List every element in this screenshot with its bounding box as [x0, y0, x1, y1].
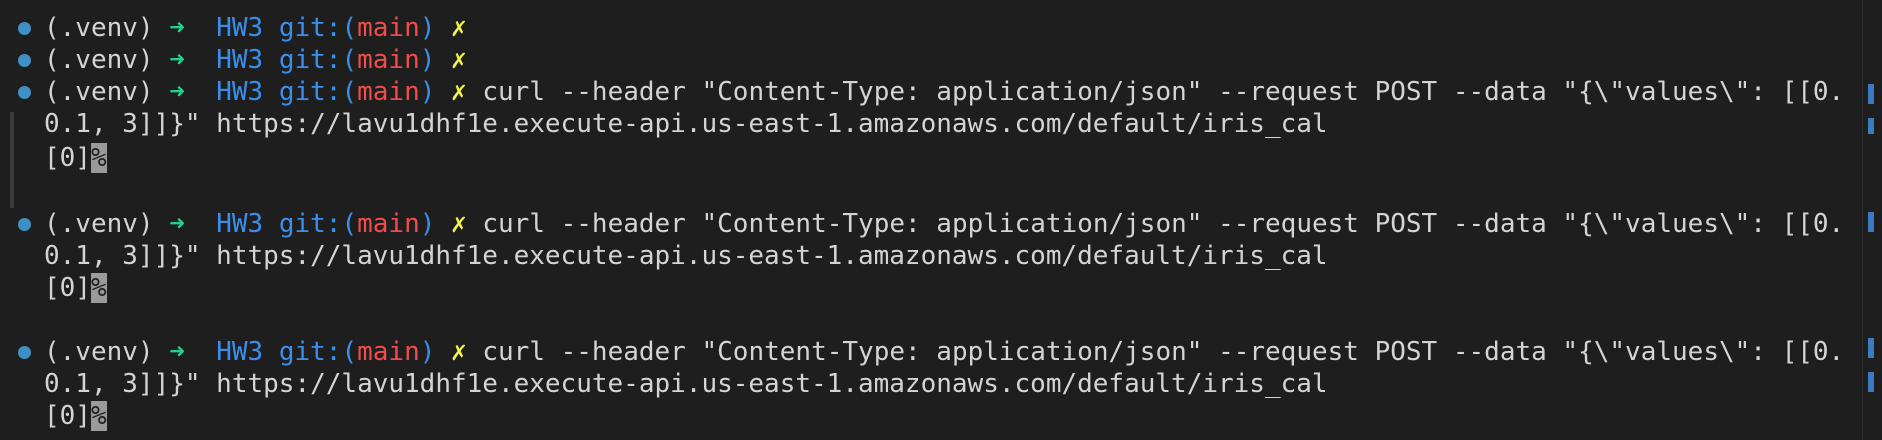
git-dirty-icon: ✗: [451, 209, 467, 239]
git-dirty-icon: ✗: [451, 77, 467, 107]
eol-marker: %: [90, 401, 107, 431]
terminal-panel[interactable]: (.venv) ➜ HW3 git:(main) ✗ (.venv) ➜ HW3…: [0, 0, 1882, 440]
eol-marker: %: [90, 273, 107, 303]
git-dirty-icon: ✗: [451, 45, 467, 75]
prompt-arrow-icon: ➜: [169, 13, 185, 43]
git-branch: main: [357, 77, 420, 107]
output-value: [0]: [44, 273, 91, 303]
command-output: [0]%: [44, 400, 1844, 432]
git-branch: main: [357, 45, 420, 75]
git-branch: main: [357, 13, 420, 43]
prompt-arrow-icon: ➜: [169, 337, 185, 367]
command-line-wrap: 0.1, 3]]}" https://lavu1dhf1e.execute-ap…: [44, 108, 1844, 140]
command-group-indicator: [10, 112, 14, 208]
output-value: [0]: [44, 401, 91, 431]
command-text-wrap: 0.1, 3]]}" https://lavu1dhf1e.execute-ap…: [44, 109, 1328, 139]
directory-name: HW3: [216, 337, 264, 367]
git-dirty-icon: ✗: [451, 13, 467, 43]
prompt-arrow-icon: ➜: [169, 209, 185, 239]
scrollbar-marker: [1868, 212, 1874, 232]
scrollbar-marker: [1868, 118, 1874, 134]
command-output: [0]%: [44, 142, 1844, 174]
eol-marker: %: [90, 143, 107, 173]
directory-name: HW3: [216, 209, 264, 239]
prompt-arrow-icon: ➜: [169, 45, 185, 75]
command-text-wrap: 0.1, 3]]}" https://lavu1dhf1e.execute-ap…: [44, 241, 1328, 271]
command-text: curl --header "Content-Type: application…: [466, 77, 1844, 107]
git-dirty-icon: ✗: [451, 337, 467, 367]
output-value: [0]: [44, 143, 91, 173]
venv-label: (.venv): [44, 77, 154, 107]
command-status-dot[interactable]: [18, 86, 31, 99]
scrollbar-marker: [1868, 338, 1874, 358]
command-line: (.venv) ➜ HW3 git:(main) ✗ curl --header…: [44, 208, 1844, 240]
command-output: [0]%: [44, 272, 1844, 304]
prompt-line: (.venv) ➜ HW3 git:(main) ✗: [44, 45, 467, 75]
git-label: git:: [278, 13, 342, 43]
scrollbar-marker: [1868, 372, 1874, 392]
git-label: git:: [278, 337, 342, 367]
directory-name: HW3: [216, 77, 264, 107]
scrollbar-marker: [1868, 84, 1874, 104]
command-status-dot[interactable]: [18, 22, 31, 35]
command-line: (.venv) ➜ HW3 git:(main) ✗ curl --header…: [44, 76, 1844, 108]
scrollbar-track: [1862, 0, 1863, 440]
directory-name: HW3: [216, 45, 264, 75]
command-text: curl --header "Content-Type: application…: [466, 337, 1844, 367]
git-label: git:: [278, 77, 342, 107]
directory-name: HW3: [216, 13, 264, 43]
git-label: git:: [278, 209, 342, 239]
command-text: curl --header "Content-Type: application…: [466, 209, 1844, 239]
git-branch: main: [357, 209, 420, 239]
venv-label: (.venv): [44, 45, 154, 75]
command-line-wrap: 0.1, 3]]}" https://lavu1dhf1e.execute-ap…: [44, 368, 1844, 400]
venv-label: (.venv): [44, 209, 154, 239]
venv-label: (.venv): [44, 13, 154, 43]
command-text-wrap: 0.1, 3]]}" https://lavu1dhf1e.execute-ap…: [44, 369, 1328, 399]
command-line: (.venv) ➜ HW3 git:(main) ✗ curl --header…: [44, 336, 1844, 368]
command-status-dot[interactable]: [18, 346, 31, 359]
command-status-dot[interactable]: [18, 54, 31, 67]
command-line-wrap: 0.1, 3]]}" https://lavu1dhf1e.execute-ap…: [44, 240, 1844, 272]
venv-label: (.venv): [44, 337, 154, 367]
prompt-line: (.venv) ➜ HW3 git:(main) ✗: [44, 13, 467, 43]
prompt-arrow-icon: ➜: [169, 77, 185, 107]
command-status-dot[interactable]: [18, 218, 31, 231]
git-label: git:: [278, 45, 342, 75]
git-branch: main: [357, 337, 420, 367]
